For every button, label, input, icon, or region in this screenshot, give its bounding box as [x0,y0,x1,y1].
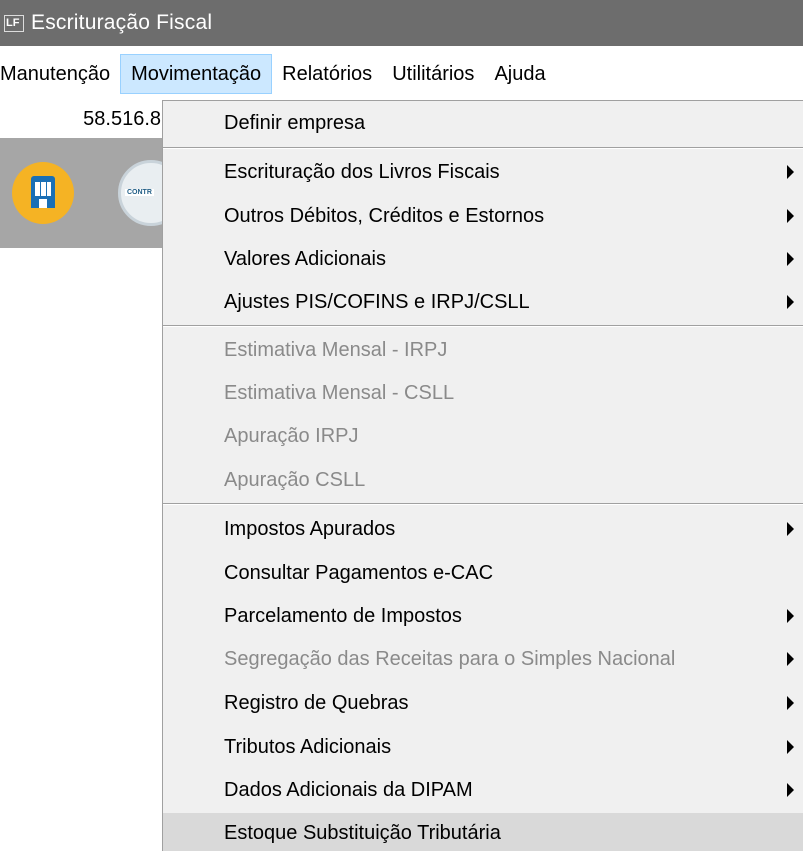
menu-item-tributos-adicionais[interactable]: Tributos Adicionais [163,727,803,767]
app-icon[interactable]: LF [4,14,24,32]
menu-item-definir-empresa[interactable]: Definir empresa [163,103,803,143]
menu-item-apuracao-csll: Apuração CSLL [163,460,803,500]
submenu-arrow-icon [787,252,794,266]
cnpj-field[interactable]: 58.516.8 [0,102,165,136]
menu-item-label: Outros Débitos, Créditos e Estornos [224,204,545,227]
submenu-arrow-icon [787,696,794,710]
menu-item-estimativa-irpj: Estimativa Mensal - IRPJ [163,330,803,370]
menu-item-impostos-apurados[interactable]: Impostos Apurados [163,509,803,549]
title-bar: LF Escrituração Fiscal [0,0,803,46]
submenu-arrow-icon [787,209,794,223]
menu-separator [163,503,803,505]
menu-item-label: Segregação das Receitas para o Simples N… [224,647,676,670]
movimentacao-dropdown: Definir empresa Escrituração dos Livros … [162,100,803,851]
menu-item-label: Apuração CSLL [224,468,366,491]
menu-item-label: Registro de Quebras [224,691,409,714]
window-title: Escrituração Fiscal [31,11,213,34]
menu-manutencao[interactable]: Manutenção [0,54,120,94]
menu-item-segregacao-receitas: Segregação das Receitas para o Simples N… [163,639,803,679]
menu-item-label: Estimativa Mensal - CSLL [224,381,455,404]
toolbar: CONTR [0,138,184,248]
menu-item-label: Estimativa Mensal - IRPJ [224,338,448,361]
menu-relatorios[interactable]: Relatórios [272,54,382,94]
menu-item-estoque-st[interactable]: Estoque Substituição Tributária [163,813,803,851]
menu-item-outros-debitos[interactable]: Outros Débitos, Créditos e Estornos [163,196,803,236]
menu-item-registro-quebras[interactable]: Registro de Quebras [163,683,803,723]
menu-item-label: Definir empresa [224,111,366,134]
submenu-arrow-icon [787,522,794,536]
menu-ajuda[interactable]: Ajuda [484,54,555,94]
menu-item-label: Consultar Pagamentos e-CAC [224,561,494,584]
menu-separator [163,325,803,327]
menu-bar: Manutenção Movimentação Relatórios Utili… [0,46,803,102]
company-building-icon[interactable] [12,162,74,224]
menu-item-parcelamento[interactable]: Parcelamento de Impostos [163,596,803,636]
contr-icon-label: CONTR [125,189,154,196]
menu-item-dados-dipam[interactable]: Dados Adicionais da DIPAM [163,770,803,810]
menu-item-label: Dados Adicionais da DIPAM [224,778,473,801]
submenu-arrow-icon [787,295,794,309]
menu-item-label: Escrituração dos Livros Fiscais [224,160,500,183]
menu-item-ajustes-pis-cofins[interactable]: Ajustes PIS/COFINS e IRPJ/CSLL [163,282,803,322]
menu-item-estimativa-csll: Estimativa Mensal - CSLL [163,373,803,413]
menu-item-label: Impostos Apurados [224,517,396,540]
menu-item-valores-adicionais[interactable]: Valores Adicionais [163,239,803,279]
menu-movimentacao[interactable]: Movimentação [120,54,273,94]
submenu-arrow-icon [787,740,794,754]
submenu-arrow-icon [787,652,794,666]
menu-item-consultar-pagamentos[interactable]: Consultar Pagamentos e-CAC [163,553,803,593]
menu-item-label: Valores Adicionais [224,247,386,270]
menu-item-label: Ajustes PIS/COFINS e IRPJ/CSLL [224,290,530,313]
submenu-arrow-icon [787,609,794,623]
menu-item-label: Apuração IRPJ [224,424,359,447]
submenu-arrow-icon [787,783,794,797]
menu-item-escrituracao-livros[interactable]: Escrituração dos Livros Fiscais [163,152,803,192]
menu-item-apuracao-irpj: Apuração IRPJ [163,416,803,456]
menu-item-label: Parcelamento de Impostos [224,604,462,627]
menu-item-label: Tributos Adicionais [224,735,392,758]
menu-utilitarios[interactable]: Utilitários [382,54,484,94]
submenu-arrow-icon [787,165,794,179]
menu-item-label: Estoque Substituição Tributária [224,821,501,844]
menu-separator [163,147,803,149]
